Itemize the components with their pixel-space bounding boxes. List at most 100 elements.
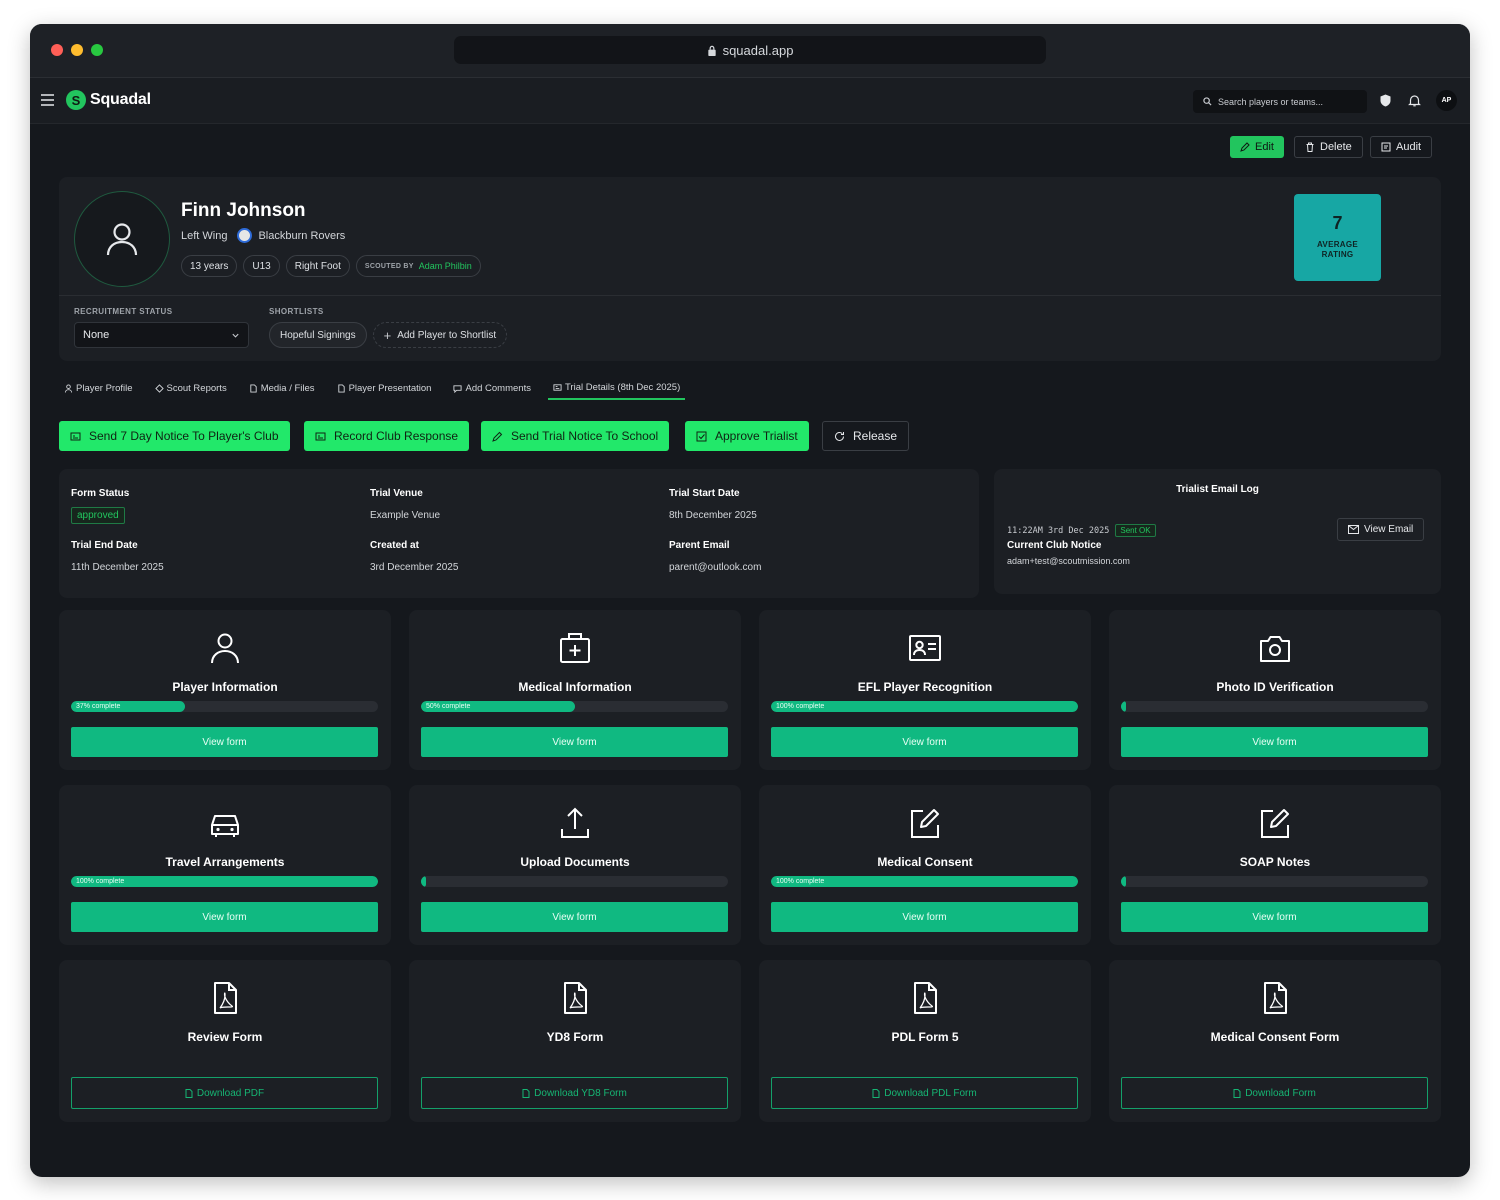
mail-icon xyxy=(1348,525,1359,534)
lock-icon xyxy=(707,45,716,56)
add-shortlist-label: Add Player to Shortlist xyxy=(397,329,497,341)
form-title: Player Information xyxy=(172,680,278,694)
maximize-window-button[interactable] xyxy=(91,44,103,56)
player-club[interactable]: Blackburn Rovers xyxy=(237,228,345,243)
view-form-button[interactable]: View form xyxy=(71,902,378,932)
tab-player-presentation[interactable]: Player Presentation xyxy=(332,376,437,400)
progress-bar: 100% complete xyxy=(771,701,1078,712)
player-tags: 13 years U13 Right Foot SCOUTED BY Adam … xyxy=(181,255,481,277)
progress-fill: 37% complete xyxy=(71,701,185,712)
view-form-button[interactable]: View form xyxy=(421,902,728,932)
rating-value: 7 xyxy=(1332,213,1343,233)
recruitment-status-label: RECRUITMENT STATUS xyxy=(74,307,173,316)
tab-media-files[interactable]: Media / Files xyxy=(244,376,320,400)
search-icon xyxy=(1203,97,1212,106)
id-card-icon xyxy=(909,635,941,661)
trial-end-field: Trial End Date 11th December 2025 xyxy=(71,540,164,573)
download-button[interactable]: Download PDF xyxy=(71,1077,378,1109)
edit-button[interactable]: Edit xyxy=(1230,136,1284,158)
address-bar[interactable]: squadal.app xyxy=(454,36,1046,64)
form-icon xyxy=(59,630,391,666)
progress-bar: 100% complete xyxy=(71,876,378,887)
view-form-button[interactable]: View form xyxy=(771,902,1078,932)
progress-fill xyxy=(421,876,426,887)
edit-icon xyxy=(1261,809,1289,838)
field-label: Created at xyxy=(370,540,419,551)
trial-start-field: Trial Start Date 8th December 2025 xyxy=(669,488,757,521)
shield-icon[interactable] xyxy=(1379,94,1392,107)
recruitment-status-select[interactable]: None xyxy=(74,322,249,348)
send-trial-notice-button[interactable]: Send Trial Notice To School xyxy=(481,421,670,451)
view-form-button[interactable]: View form xyxy=(71,727,378,757)
delete-button[interactable]: Delete xyxy=(1294,136,1363,158)
edit-icon xyxy=(911,809,939,838)
form-title: PDL Form 5 xyxy=(891,1030,959,1044)
form-card-efl-player-recognition: EFL Player Recognition 100% complete Vie… xyxy=(759,610,1091,770)
form-title: SOAP Notes xyxy=(1239,855,1311,869)
approve-trialist-button[interactable]: Approve Trialist xyxy=(685,421,809,451)
trash-icon xyxy=(1306,142,1314,152)
field-label: Parent Email xyxy=(669,540,730,551)
bell-icon[interactable] xyxy=(1408,94,1421,107)
progress-bar xyxy=(1121,876,1428,887)
club-badge-icon xyxy=(237,228,253,243)
record-club-response-button[interactable]: Record Club Response xyxy=(304,421,470,451)
progress-bar: 37% complete xyxy=(71,701,378,712)
action-label: Approve Trialist xyxy=(715,429,798,443)
progress-fill: 100% complete xyxy=(771,701,1078,712)
scout-name[interactable]: Adam Philbin xyxy=(419,261,472,271)
progress-fill: 100% complete xyxy=(71,876,378,887)
action-label: Send 7 Day Notice To Player's Club xyxy=(89,429,279,443)
form-title: Medical Consent Form xyxy=(1210,1030,1340,1044)
view-email-label: View Email xyxy=(1364,524,1414,535)
close-window-button[interactable] xyxy=(51,44,63,56)
field-label: Trial End Date xyxy=(71,540,138,551)
form-card-medical-information: Medical Information 50% complete View fo… xyxy=(409,610,741,770)
view-form-button[interactable]: View form xyxy=(1121,727,1428,757)
trial-info-card: Form Status approved Trial Venue Example… xyxy=(59,469,979,598)
send-7-day-notice-button[interactable]: Send 7 Day Notice To Player's Club xyxy=(59,421,290,451)
field-value: parent@outlook.com xyxy=(669,562,762,573)
tab-scout-reports[interactable]: Scout Reports xyxy=(150,376,232,400)
logo-icon: S xyxy=(66,90,86,110)
search-input[interactable]: Search players or teams... xyxy=(1193,90,1367,113)
add-to-shortlist-button[interactable]: + Add Player to Shortlist xyxy=(372,322,508,348)
form-icon xyxy=(409,805,741,841)
view-form-button[interactable]: View form xyxy=(771,727,1078,757)
tab-label: Media / Files xyxy=(260,382,315,394)
release-button[interactable]: Release xyxy=(822,421,910,451)
form-icon xyxy=(409,630,741,666)
player-profile-card: Finn Johnson Left Wing Blackburn Rovers … xyxy=(59,177,1441,361)
audit-label: Audit xyxy=(1396,141,1422,153)
user-avatar[interactable]: AP xyxy=(1436,90,1457,111)
download-card-medical-consent-form: Medical Consent Form Download Form xyxy=(1109,960,1441,1122)
download-button[interactable]: Download PDL Form xyxy=(771,1077,1078,1109)
delete-label: Delete xyxy=(1320,141,1352,153)
app-logo[interactable]: S Squadal xyxy=(66,90,151,110)
refresh-icon xyxy=(835,431,844,441)
file-icon xyxy=(185,1088,193,1098)
email-subject: Current Club Notice xyxy=(1007,540,1102,551)
download-button[interactable]: Download YD8 Form xyxy=(421,1077,728,1109)
file-icon xyxy=(522,1088,530,1098)
scouted-by-label: SCOUTED BY xyxy=(364,262,414,270)
minimize-window-button[interactable] xyxy=(71,44,83,56)
tab-player-profile[interactable]: Player Profile xyxy=(59,376,138,400)
parent-email-field: Parent Email parent@outlook.com xyxy=(669,540,761,573)
view-email-button[interactable]: View Email xyxy=(1337,518,1425,541)
audit-button[interactable]: Audit xyxy=(1370,136,1433,158)
form-title: YD8 Form xyxy=(546,1030,604,1044)
form-title: Medical Consent xyxy=(877,855,973,869)
tab-trial-details[interactable]: Trial Details (8th Dec 2025) xyxy=(547,376,686,400)
tab-add-comments[interactable]: Add Comments xyxy=(448,376,535,400)
menu-icon[interactable] xyxy=(41,94,54,106)
form-card-upload-documents: Upload Documents View form xyxy=(409,785,741,945)
shortlist-chip[interactable]: Hopeful Signings xyxy=(269,322,367,348)
view-form-button[interactable]: View form xyxy=(421,727,728,757)
edit-label: Edit xyxy=(1255,141,1274,153)
player-avatar xyxy=(74,191,170,287)
view-form-button[interactable]: View form xyxy=(1121,902,1428,932)
download-button[interactable]: Download Form xyxy=(1121,1077,1428,1109)
car-icon xyxy=(211,815,239,837)
form-icon xyxy=(759,805,1091,841)
